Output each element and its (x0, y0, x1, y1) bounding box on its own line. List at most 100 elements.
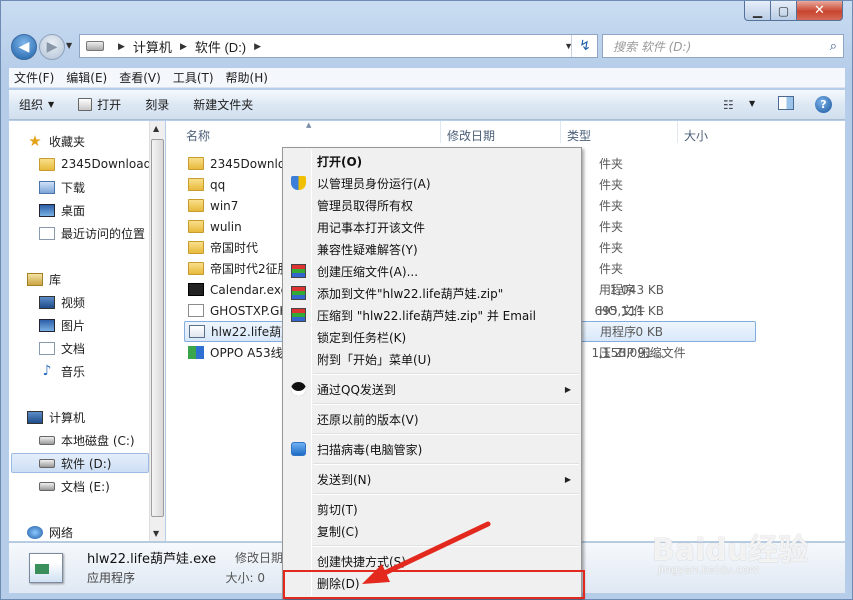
file-thumbnail-icon (29, 553, 63, 583)
menu-pin-taskbar[interactable]: 锁定到任务栏(K) (285, 326, 579, 348)
help-icon[interactable]: ? (815, 96, 832, 113)
maximize-button[interactable]: ▢ (770, 1, 797, 21)
folder-icon (188, 199, 204, 212)
menu-separator (313, 433, 579, 435)
nav-pictures[interactable]: 图片 (39, 315, 85, 335)
search-placeholder: 搜索 软件 (D:) (613, 39, 692, 54)
nav-downloads[interactable]: 下载 (39, 177, 85, 197)
address-bar[interactable]: ▶ 计算机 ▶ 软件 (D:) ▶ ▼ (79, 34, 598, 58)
breadcrumb-chevron-icon[interactable]: ▶ (180, 41, 187, 52)
nav-libraries[interactable]: 库 (27, 269, 61, 289)
nav-documents[interactable]: 文档 (39, 338, 85, 358)
details-size: 大小: 0 (225, 571, 266, 585)
nav-label: 视频 (61, 295, 86, 310)
nav-drive-e[interactable]: 文档 (E:) (39, 476, 110, 496)
menu-send-qq[interactable]: 通过QQ发送到 ▶ (285, 378, 579, 400)
scroll-down-icon[interactable]: ▼ (153, 529, 159, 538)
nav-favorites[interactable]: ★ 收藏夹 (27, 131, 85, 151)
menu-open-notepad[interactable]: 用记事本打开该文件 (285, 216, 579, 238)
breadcrumb-chevron-icon[interactable]: ▶ (118, 41, 125, 52)
view-dropdown-icon[interactable]: ▼ (749, 99, 755, 108)
menu-label: 锁定到任务栏(K) (317, 330, 407, 345)
menu-view[interactable]: 查看(V) (114, 69, 166, 86)
drive-icon (86, 41, 104, 51)
star-icon: ★ (28, 131, 42, 150)
menu-take-ownership[interactable]: 管理员取得所有权 (285, 194, 579, 216)
menu-separator (313, 463, 579, 465)
preview-pane-icon[interactable] (778, 96, 794, 110)
nav-drive-c[interactable]: 本地磁盘 (C:) (39, 430, 135, 450)
nav-videos[interactable]: 视频 (39, 292, 85, 312)
organize-button[interactable]: 组织 ▼ (19, 96, 54, 113)
nav-scrollbar[interactable]: ▲ ▼ (149, 121, 165, 541)
nav-music[interactable]: ♪ 音乐 (39, 361, 85, 381)
pc-manager-shield-icon (291, 442, 306, 456)
menu-pin-start[interactable]: 附到「开始」菜单(U) (285, 348, 579, 370)
open-button[interactable]: 打开 (78, 96, 121, 113)
menu-label: 管理员取得所有权 (317, 198, 414, 213)
file-size: 695,111 KB (594, 303, 664, 318)
column-divider[interactable] (560, 121, 561, 143)
submenu-arrow-icon: ▶ (564, 474, 571, 484)
menu-restore-versions[interactable]: 还原以前的版本(V) (285, 408, 579, 430)
menu-create-shortcut[interactable]: 创建快捷方式(S) (285, 550, 579, 572)
forward-button[interactable]: ▶ (39, 34, 65, 60)
document-icon (39, 341, 55, 355)
nav-desktop[interactable]: 桌面 (39, 200, 85, 220)
menu-add-zip[interactable]: 添加到文件"hlw22.life葫芦娃.zip" (285, 282, 579, 304)
menu-tools[interactable]: 工具(T) (168, 69, 219, 86)
close-button[interactable]: ✕ (796, 1, 843, 21)
view-options-icon[interactable]: ☷ (723, 98, 734, 112)
back-button[interactable]: ◀ (11, 34, 37, 60)
library-icon (27, 272, 43, 286)
menu-create-archive[interactable]: 创建压缩文件(A)... (285, 260, 579, 282)
search-icon[interactable]: ⌕ (830, 39, 837, 54)
nav-recent-places[interactable]: 最近访问的位置 (39, 223, 145, 243)
menu-copy[interactable]: 复制(C) (285, 520, 579, 542)
folder-icon (188, 220, 204, 233)
scroll-thumb[interactable] (151, 139, 164, 517)
column-name[interactable]: 名称 (186, 127, 210, 144)
menu-zip-email[interactable]: 压缩到 "hlw22.life葫芦娃.zip" 并 Email (285, 304, 579, 326)
recent-pages-dropdown[interactable]: ▼ (66, 41, 72, 50)
nav-label: 最近访问的位置 (61, 226, 146, 241)
column-date[interactable]: 修改日期 (447, 127, 495, 144)
menu-edit[interactable]: 编辑(E) (61, 69, 112, 86)
folder-icon (188, 241, 204, 254)
refresh-button[interactable]: ↯ (571, 35, 598, 57)
menu-file[interactable]: 文件(F) (9, 69, 59, 86)
nav-label: 文档 (E:) (61, 479, 110, 494)
nav-drive-d[interactable]: 软件 (D:) (11, 453, 149, 473)
details-file-name: hlw22.life葫芦娃.exe (87, 552, 217, 567)
arrow-right-icon: ▶ (46, 39, 58, 55)
search-input[interactable]: 搜索 软件 (D:) ⌕ (602, 34, 844, 58)
menu-help[interactable]: 帮助(H) (221, 69, 273, 86)
column-type[interactable]: 类型 (567, 127, 591, 144)
menu-label: 用记事本打开该文件 (317, 220, 426, 235)
file-size: 1,043 KB (609, 282, 664, 297)
watermark-url: jingyan.baidu.com (658, 563, 760, 576)
menu-open[interactable]: 打开(O) (285, 150, 579, 172)
column-divider[interactable] (677, 121, 678, 143)
nav-2345downloads[interactable]: 2345Downloads (39, 154, 153, 174)
new-folder-label: 新建文件夹 (193, 98, 254, 112)
menu-scan-virus[interactable]: 扫描病毒(电脑管家) (285, 438, 579, 460)
scroll-up-icon[interactable]: ▲ (153, 124, 159, 133)
menu-run-as-admin[interactable]: 以管理员身份运行(A) (285, 172, 579, 194)
nav-computer[interactable]: 计算机 (27, 407, 85, 427)
new-folder-button[interactable]: 新建文件夹 (193, 96, 253, 113)
breadcrumb-drive[interactable]: 软件 (D:) (195, 37, 246, 56)
menu-label: 发送到(N) (317, 472, 372, 487)
menu-send-to[interactable]: 发送到(N) ▶ (285, 468, 579, 490)
menu-compat[interactable]: 兼容性疑难解答(Y) (285, 238, 579, 260)
column-size[interactable]: 大小 (684, 127, 708, 144)
nav-network[interactable]: 网络 (27, 522, 73, 542)
nav-label: 音乐 (61, 364, 86, 379)
menu-cut[interactable]: 剪切(T) (285, 498, 579, 520)
breadcrumb-chevron-icon[interactable]: ▶ (254, 41, 261, 52)
minimize-button[interactable]: ▁ (744, 1, 771, 21)
burn-button[interactable]: 刻录 (145, 96, 169, 113)
winrar-icon (291, 286, 306, 300)
breadcrumb-computer[interactable]: 计算机 (133, 37, 172, 56)
column-divider[interactable] (440, 121, 441, 143)
